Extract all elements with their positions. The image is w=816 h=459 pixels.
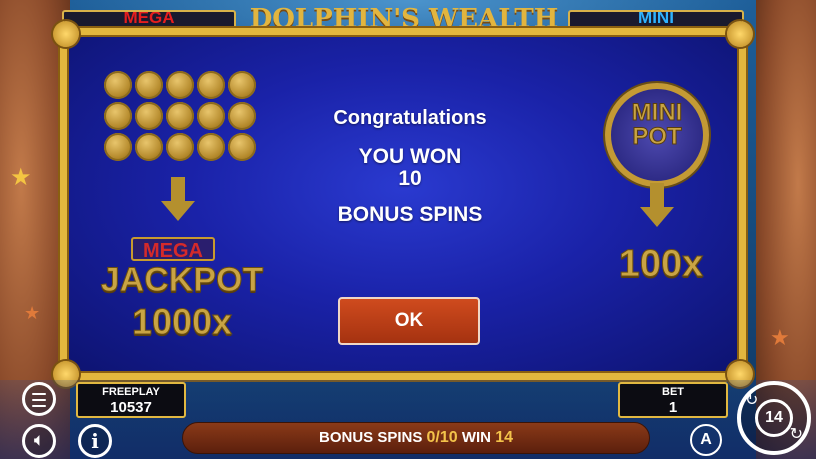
coin-icon xyxy=(166,102,194,130)
autoplay-icon: A xyxy=(700,431,712,448)
coin-icon xyxy=(228,71,256,99)
arrow-down-icon xyxy=(650,183,664,209)
spin-button[interactable]: ↻ ↻ 14 xyxy=(737,381,811,455)
win-label: WIN xyxy=(461,429,492,446)
bet-label: BET xyxy=(662,386,684,398)
starfish-icon: ★ xyxy=(10,164,32,191)
coin-icon xyxy=(104,102,132,130)
bet-value: 1 xyxy=(668,399,678,416)
coin-icon xyxy=(228,133,256,161)
coin-icon xyxy=(135,133,163,161)
bet-display[interactable]: BET 1 xyxy=(618,382,728,418)
spin-icon: 14 xyxy=(755,399,793,437)
mini-pot-label: MINI POT xyxy=(605,99,709,150)
arrow-down-icon-head xyxy=(161,201,195,221)
coin-icon xyxy=(104,71,132,99)
sound-button[interactable]: 🔈︎ xyxy=(22,424,56,458)
coin-icon xyxy=(228,102,256,130)
bonus-win-popup: MEGA JACKPOT 1000x Congratulations YOU W… xyxy=(53,21,753,387)
mini-pot-multiplier: 100x xyxy=(618,243,704,286)
menu-icon-bar xyxy=(32,399,46,401)
coin-icon xyxy=(197,133,225,161)
congratulations-text: Congratulations xyxy=(333,107,487,129)
speaker-icon: 🔈︎ xyxy=(34,432,44,449)
coin-icon xyxy=(166,133,194,161)
bonus-status-bar: BONUS SPINS 0/10 WIN 14 xyxy=(182,422,650,454)
frame-corner-ornament xyxy=(53,21,79,47)
freeplay-value: 10537 xyxy=(110,399,152,416)
arrow-down-icon-head xyxy=(640,207,674,227)
jackpot-label: JACKPOT xyxy=(100,261,264,300)
starfish-icon: ★ xyxy=(770,325,790,350)
freeplay-balance: FREEPLAY 10537 xyxy=(76,382,186,418)
ok-button[interactable]: OK xyxy=(338,297,480,345)
info-icon: i xyxy=(91,429,99,453)
bonus-spins-counter: 0/10 xyxy=(426,429,458,446)
coin-icon xyxy=(135,102,163,130)
spin-arrow-icon: ↻ xyxy=(789,426,803,443)
bonus-spins-label: BONUS SPINS xyxy=(319,429,423,446)
you-won-text: YOU WON xyxy=(358,145,462,168)
mini-pot-line1: MINI xyxy=(631,99,683,126)
starfish-icon: ★ xyxy=(24,303,41,323)
spin-arrow-icon: ↻ xyxy=(745,392,759,409)
mega-jackpot-badge: MEGA xyxy=(131,237,215,262)
coin-icon xyxy=(135,71,163,99)
mega-jackpot-label: MEGA xyxy=(123,10,175,27)
frame-corner-ornament xyxy=(727,21,753,47)
arrow-down-icon xyxy=(171,177,185,203)
coin-icon xyxy=(197,102,225,130)
coin-icon xyxy=(166,71,194,99)
bonus-spins-text: BONUS SPINS xyxy=(337,203,483,226)
mini-jackpot-label: MINI xyxy=(638,10,674,27)
spins-won-count: 10 xyxy=(398,167,422,190)
freeplay-label: FREEPLAY xyxy=(102,386,160,398)
coin-icon xyxy=(104,133,132,161)
coin-icon xyxy=(197,71,225,99)
autoplay-button[interactable]: A xyxy=(690,424,722,456)
win-value: 14 xyxy=(495,429,513,446)
menu-icon xyxy=(32,393,46,395)
info-button[interactable]: i xyxy=(78,424,112,458)
mega-jackpot-multiplier: 1000x xyxy=(131,301,233,343)
menu-button[interactable] xyxy=(22,382,56,416)
menu-icon-bar xyxy=(32,405,46,407)
mini-pot-line2: POT xyxy=(632,123,682,150)
coin-grid xyxy=(104,71,256,161)
